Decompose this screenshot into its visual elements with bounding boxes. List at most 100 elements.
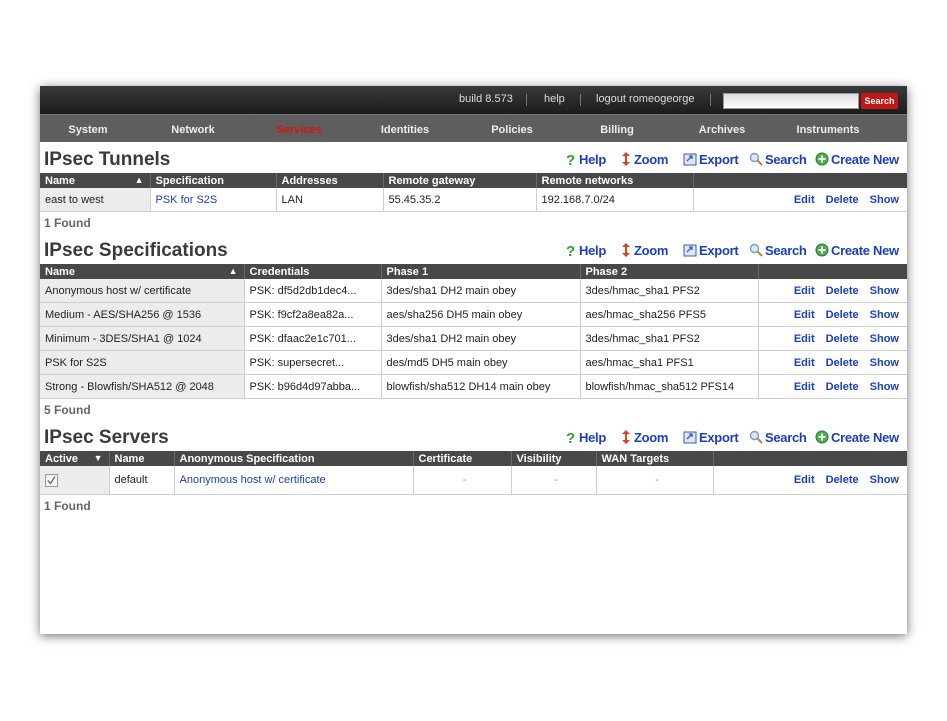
zoom-icon [620, 430, 632, 447]
export-button[interactable]: Export [683, 243, 739, 260]
delete-link[interactable]: Delete [826, 285, 859, 297]
help-link[interactable]: help [544, 93, 565, 105]
show-link[interactable]: Show [870, 309, 899, 321]
specs-found-count: 5 Found [44, 403, 91, 417]
help-icon: ? [565, 243, 577, 260]
row-actions: Edit Delete Show [758, 350, 907, 375]
search-tool-button[interactable]: Search [749, 430, 807, 447]
magnifier-icon [749, 152, 763, 169]
delete-link[interactable]: Delete [826, 333, 859, 345]
specs-title: IPsec Specifications [44, 240, 228, 261]
col-certificate[interactable]: Certificate [413, 451, 512, 466]
nav-identities[interactable]: Identities [378, 124, 432, 136]
sort-up-icon: ▲ [228, 265, 238, 276]
help-button[interactable]: ? Help [565, 430, 606, 447]
nav-services[interactable]: Services [274, 124, 324, 136]
search-tool-button[interactable]: Search [749, 243, 807, 260]
col-visibility[interactable]: Visibility [511, 451, 597, 466]
nav-archives[interactable]: Archives [697, 124, 747, 136]
spec-phase2: blowfish/hmac_sha512 PFS14 [580, 374, 759, 399]
help-label: Help [579, 243, 606, 258]
nav-billing[interactable]: Billing [595, 124, 639, 136]
col-credentials[interactable]: Credentials [244, 264, 382, 279]
col-remote-gateway[interactable]: Remote gateway [383, 173, 537, 188]
col-specification[interactable]: Specification [150, 173, 277, 188]
sort-down-icon: ▼ [93, 452, 103, 463]
show-link[interactable]: Show [870, 194, 899, 206]
export-button[interactable]: Export [683, 430, 739, 447]
table-row: default Anonymous host w/ certificate - … [40, 466, 907, 495]
tunnels-toolbar: ? Help Zoom Export Search Create New [565, 152, 907, 170]
spec-credentials: PSK: supersecret... [244, 350, 382, 375]
delete-link[interactable]: Delete [826, 381, 859, 393]
help-button[interactable]: ? Help [565, 152, 606, 169]
col-active[interactable]: Active ▼ [40, 451, 110, 466]
nav-policies[interactable]: Policies [487, 124, 537, 136]
create-new-label: Create New [831, 430, 899, 445]
col-name[interactable]: Name [109, 451, 175, 466]
logout-link[interactable]: logout romeogeorge [596, 93, 694, 105]
sort-up-icon: ▲ [134, 174, 144, 185]
checkbox-checked-icon[interactable] [45, 473, 58, 487]
show-link[interactable]: Show [870, 333, 899, 345]
zoom-button[interactable]: Zoom [620, 152, 668, 169]
nav-network[interactable]: Network [168, 124, 218, 136]
search-button[interactable]: Search [861, 93, 898, 109]
spec-credentials: PSK: f9cf2a8ea82a... [244, 302, 382, 327]
build-label: build 8.573 [459, 93, 513, 105]
edit-link[interactable]: Edit [794, 357, 815, 369]
show-link[interactable]: Show [870, 357, 899, 369]
delete-link[interactable]: Delete [826, 357, 859, 369]
help-button[interactable]: ? Help [565, 243, 606, 260]
create-new-button[interactable]: Create New [815, 430, 899, 447]
help-icon: ? [565, 430, 577, 447]
edit-link[interactable]: Edit [794, 309, 815, 321]
show-link[interactable]: Show [870, 381, 899, 393]
nav-instruments[interactable]: Instruments [793, 124, 863, 136]
servers-found-count: 1 Found [44, 499, 91, 513]
col-phase1[interactable]: Phase 1 [381, 264, 581, 279]
zoom-label: Zoom [634, 152, 669, 167]
edit-link[interactable]: Edit [794, 474, 815, 486]
top-bar: build 8.573 help logout romeogeorge Sear… [40, 86, 907, 114]
col-actions [713, 451, 907, 466]
show-link[interactable]: Show [870, 285, 899, 297]
spec-phase2: 3des/hmac_sha1 PFS2 [580, 326, 759, 351]
nav-system[interactable]: System [68, 124, 108, 136]
col-remote-networks[interactable]: Remote networks [536, 173, 694, 188]
zoom-button[interactable]: Zoom [620, 430, 668, 447]
show-link[interactable]: Show [870, 474, 899, 486]
export-icon [683, 152, 697, 169]
col-name[interactable]: Name ▲ [40, 173, 151, 188]
col-anon-spec[interactable]: Anonymous Specification [174, 451, 414, 466]
create-new-button[interactable]: Create New [815, 243, 899, 260]
row-actions: Edit Delete Show [758, 279, 907, 303]
search-input[interactable] [723, 93, 859, 109]
tunnel-gateway: 55.45.35.2 [383, 188, 537, 212]
delete-link[interactable]: Delete [826, 309, 859, 321]
export-icon [683, 243, 697, 260]
delete-link[interactable]: Delete [826, 474, 859, 486]
table-row: Minimum - 3DES/SHA1 @ 1024 PSK: dfaac2e1… [40, 326, 907, 351]
delete-link[interactable]: Delete [826, 194, 859, 206]
zoom-button[interactable]: Zoom [620, 243, 668, 260]
edit-link[interactable]: Edit [794, 381, 815, 393]
col-phase2[interactable]: Phase 2 [580, 264, 759, 279]
help-label: Help [579, 430, 606, 445]
col-addresses[interactable]: Addresses [276, 173, 384, 188]
edit-link[interactable]: Edit [794, 194, 815, 206]
tunnel-name: east to west [40, 188, 151, 212]
search-tool-button[interactable]: Search [749, 152, 807, 169]
col-name[interactable]: Name ▲ [40, 264, 245, 279]
tunnel-spec-link[interactable]: PSK for S2S [150, 188, 277, 212]
create-new-button[interactable]: Create New [815, 152, 899, 169]
spec-phase1: 3des/sha1 DH2 main obey [381, 279, 581, 303]
server-name: default [109, 466, 175, 495]
export-label: Export [699, 152, 739, 167]
edit-link[interactable]: Edit [794, 285, 815, 297]
edit-link[interactable]: Edit [794, 333, 815, 345]
app-window: build 8.573 help logout romeogeorge Sear… [40, 86, 907, 634]
col-wan-targets[interactable]: WAN Targets [596, 451, 714, 466]
server-spec-link[interactable]: Anonymous host w/ certificate [174, 466, 414, 495]
export-button[interactable]: Export [683, 152, 739, 169]
